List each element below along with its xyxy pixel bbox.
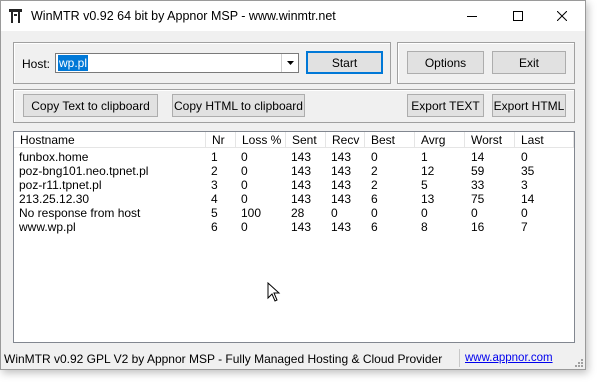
worst-cell: 14 [471, 150, 485, 164]
column-header-sent[interactable]: Sent [286, 132, 326, 148]
status-separator [459, 349, 460, 367]
winmtr-window: WinMTR v0.92 64 bit by Appnor MSP - www.… [0, 0, 586, 370]
maximize-button[interactable] [495, 1, 541, 31]
recv-cell: 143 [331, 150, 352, 164]
recv-cell: 143 [331, 178, 352, 192]
recv-cell: 143 [331, 164, 352, 178]
best-cell: 6 [371, 192, 378, 206]
sent-cell: 143 [291, 164, 312, 178]
exit-button[interactable]: Exit [492, 51, 566, 74]
winmtr-app-icon [9, 9, 22, 23]
host-input-value[interactable]: wp.pl [58, 55, 89, 71]
avrg-cell: 1 [421, 150, 428, 164]
worst-cell: 33 [471, 178, 485, 192]
nr-cell: 2 [211, 164, 218, 178]
hostname-cell: poz-r11.tpnet.pl [19, 178, 102, 192]
last-cell: 35 [521, 164, 535, 178]
hostname-cell: funbox.home [19, 150, 89, 164]
recv-cell: 0 [331, 206, 338, 220]
avrg-cell: 8 [421, 220, 428, 234]
nr-cell: 3 [211, 178, 218, 192]
last-cell: 3 [521, 178, 528, 192]
worst-cell: 16 [471, 220, 485, 234]
sent-cell: 143 [291, 220, 312, 234]
column-header-avrg[interactable]: Avrg [415, 132, 465, 148]
worst-cell: 0 [471, 206, 478, 220]
nr-cell: 4 [211, 192, 218, 206]
best-cell: 2 [371, 164, 378, 178]
loss-cell: 100 [241, 206, 262, 220]
column-header-nr[interactable]: Nr [206, 132, 236, 148]
hostname-cell: poz-bng101.neo.tpnet.pl [19, 164, 149, 178]
table-row[interactable]: poz-r11.tpnet.pl 3 0 143 143 2 5 33 3 [14, 178, 574, 192]
loss-cell: 0 [241, 220, 248, 234]
title-bar[interactable]: WinMTR v0.92 64 bit by Appnor MSP - www.… [1, 1, 585, 31]
export-html-button[interactable]: Export HTML [492, 94, 566, 117]
copy-html-button[interactable]: Copy HTML to clipboard [172, 94, 305, 117]
worst-cell: 59 [471, 164, 485, 178]
host-combobox[interactable]: wp.pl [55, 53, 299, 73]
loss-cell: 0 [241, 164, 248, 178]
worst-cell: 75 [471, 192, 485, 206]
best-cell: 0 [371, 206, 378, 220]
sent-cell: 28 [291, 206, 305, 220]
options-button[interactable]: Options [407, 51, 484, 74]
column-header-best[interactable]: Best [365, 132, 415, 148]
hostname-cell: www.wp.pl [19, 220, 76, 234]
appnor-link[interactable]: www.appnor.com [465, 352, 553, 364]
hostname-cell: 213.25.12.30 [19, 192, 90, 206]
status-text: WinMTR v0.92 GPL V2 by Appnor MSP - Full… [4, 352, 443, 366]
resize-grip-icon[interactable] [573, 357, 583, 367]
table-row[interactable]: poz-bng101.neo.tpnet.pl 2 0 143 143 2 12… [14, 164, 574, 178]
avrg-cell: 5 [421, 178, 428, 192]
close-icon [557, 11, 567, 21]
minimize-button[interactable] [449, 1, 495, 31]
status-bar: WinMTR v0.92 GPL V2 by Appnor MSP - Full… [1, 347, 585, 369]
host-label: Host: [22, 57, 51, 71]
nr-cell: 6 [211, 220, 218, 234]
avrg-cell: 0 [421, 206, 428, 220]
best-cell: 6 [371, 220, 378, 234]
last-cell: 7 [521, 220, 528, 234]
copy-text-button[interactable]: Copy Text to clipboard [23, 94, 158, 117]
sent-cell: 143 [291, 178, 312, 192]
loss-cell: 0 [241, 178, 248, 192]
best-cell: 0 [371, 150, 378, 164]
nr-cell: 1 [211, 150, 218, 164]
export-text-button[interactable]: Export TEXT [407, 94, 484, 117]
loss-cell: 0 [241, 150, 248, 164]
table-row[interactable]: funbox.home 1 0 143 143 0 1 14 0 [14, 150, 574, 164]
host-dropdown-button[interactable] [281, 54, 298, 72]
last-cell: 0 [521, 150, 528, 164]
column-header-recv[interactable]: Recv [326, 132, 365, 148]
hostname-cell: No response from host [19, 206, 141, 220]
results-table[interactable]: Hostname Nr Loss % Sent Recv Best Avrg W… [13, 131, 575, 343]
mouse-cursor-icon [267, 282, 281, 302]
table-header: Hostname Nr Loss % Sent Recv Best Avrg W… [14, 132, 574, 148]
start-button[interactable]: Start [306, 51, 383, 74]
table-row[interactable]: 213.25.12.30 4 0 143 143 6 13 75 14 [14, 192, 574, 206]
column-header-last[interactable]: Last [515, 132, 574, 148]
avrg-cell: 12 [421, 164, 435, 178]
column-header-hostname[interactable]: Hostname [14, 132, 206, 148]
loss-cell: 0 [241, 192, 248, 206]
minimize-icon [467, 16, 477, 17]
nr-cell: 5 [211, 206, 218, 220]
chevron-down-icon [286, 61, 294, 65]
best-cell: 2 [371, 178, 378, 192]
recv-cell: 143 [331, 220, 352, 234]
window-title: WinMTR v0.92 64 bit by Appnor MSP - www.… [31, 9, 336, 23]
table-row[interactable]: No response from host 5 100 28 0 0 0 0 0 [14, 206, 574, 220]
sent-cell: 143 [291, 150, 312, 164]
avrg-cell: 13 [421, 192, 435, 206]
maximize-icon [513, 11, 523, 21]
last-cell: 14 [521, 192, 535, 206]
close-button[interactable] [539, 1, 585, 31]
sent-cell: 143 [291, 192, 312, 206]
last-cell: 0 [521, 206, 528, 220]
table-row[interactable]: www.wp.pl 6 0 143 143 6 8 16 7 [14, 220, 574, 234]
recv-cell: 143 [331, 192, 352, 206]
column-header-loss[interactable]: Loss % [236, 132, 286, 148]
column-header-worst[interactable]: Worst [465, 132, 515, 148]
